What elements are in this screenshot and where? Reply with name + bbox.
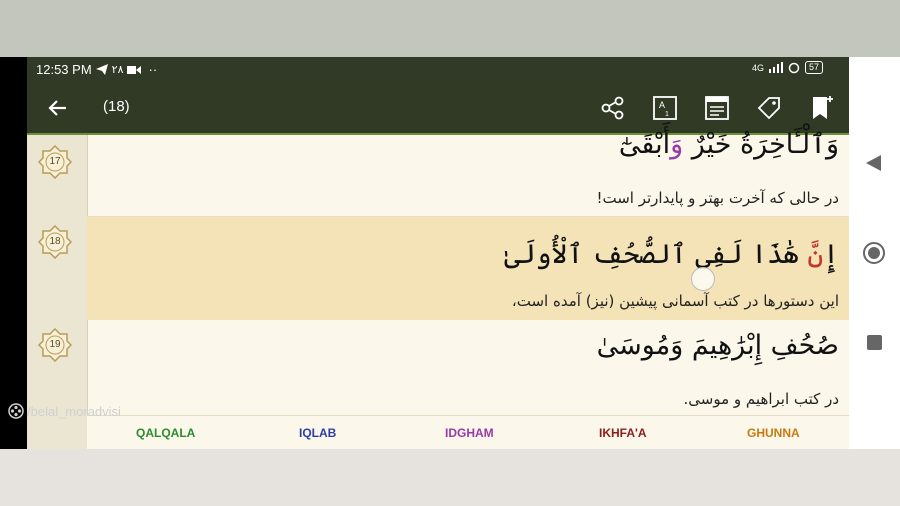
legend-iqlab[interactable]: IQLAB xyxy=(299,426,336,440)
ayah-arabic: وَٱلْـَٔاخِرَةُ خَيْرٌ وَأَبْقَىٰٓ xyxy=(618,129,839,160)
ayah-translation: در حالی که آخرت بهتر و پایدارتر است! xyxy=(596,189,839,207)
legend-ghunna[interactable]: GHUNNA xyxy=(747,426,800,440)
ayah-marker-19: 19 xyxy=(37,327,73,363)
app-toolbar: (18) A1 xyxy=(27,83,849,135)
ayah-arabic: صُحُفِ إِبْرَٰهِيمَ وَمُوسَىٰ xyxy=(596,330,839,361)
back-arrow-icon[interactable] xyxy=(44,94,72,122)
ayah-marker-17: 17 xyxy=(37,144,73,180)
ayah-row-17[interactable]: وَٱلْـَٔاخِرَةُ خَيْرٌ وَأَبْقَىٰٓ در حا… xyxy=(87,129,849,216)
legend-qalqala[interactable]: QALQALA xyxy=(136,426,195,440)
touch-indicator xyxy=(691,267,715,291)
status-extra: ·· xyxy=(148,62,158,77)
app-screen: 12:53 PM ٢٨ ·· 4G 57 (18) A1 وَٱلْـَٔاخِ… xyxy=(27,57,849,449)
nav-home-icon[interactable] xyxy=(862,241,886,265)
top-background-band xyxy=(0,0,900,57)
font-size-icon[interactable]: A1 xyxy=(651,94,679,122)
network-type: 4G xyxy=(751,62,764,73)
signal-icon xyxy=(768,62,783,73)
telegram-icon xyxy=(95,64,108,75)
ayah-marker-18: 18 xyxy=(37,224,73,260)
ayah-arabic: إِنَّ هَٰذَا لَفِى ٱلصُّحُفِ ٱلْأُولَىٰ xyxy=(504,239,839,270)
status-time: 12:53 PM xyxy=(36,62,92,77)
left-black-edge xyxy=(0,57,27,449)
tajweed-word: وَ xyxy=(670,129,684,160)
status-bar: 12:53 PM ٢٨ ·· 4G 57 xyxy=(27,57,849,83)
tag-icon[interactable] xyxy=(755,94,783,122)
ayah-row-18[interactable]: إِنَّ هَٰذَا لَفِى ٱلصُّحُفِ ٱلْأُولَىٰ … xyxy=(87,217,849,320)
ayah-translation: در کتب ابراهیم و موسی. xyxy=(683,390,839,408)
tajweed-letter: نَّ xyxy=(807,239,824,270)
ayah-row-19[interactable]: صُحُفِ إِبْرَٰهِيمَ وَمُوسَىٰ در کتب ابر… xyxy=(87,320,849,415)
nav-back-icon[interactable] xyxy=(864,154,882,172)
sync-icon xyxy=(788,62,800,73)
legend-ikhfaa[interactable]: IKHFA'A xyxy=(599,426,647,440)
svg-text:1: 1 xyxy=(665,111,669,118)
watermark: /belal_moradvisi xyxy=(8,403,121,419)
video-icon xyxy=(127,65,142,74)
ayah-list: وَٱلْـَٔاخِرَةُ خَيْرٌ وَأَبْقَىٰٓ در حا… xyxy=(27,129,849,449)
bottom-background-band xyxy=(0,449,900,506)
tajweed-legend: QALQALA IQLAB IDGHAM IKHFA'A GHUNNA xyxy=(87,415,849,449)
notification-count: ٢٨ xyxy=(111,64,124,76)
ayah-number-gutter xyxy=(27,135,88,449)
film-reel-icon xyxy=(8,403,24,419)
ayah-translation: این دستورها در کتب آسمانی پیشین (نیز) آم… xyxy=(511,292,839,310)
page-title: (18) xyxy=(103,98,130,115)
nav-recents-icon[interactable] xyxy=(867,335,882,350)
system-nav-panel xyxy=(849,57,900,449)
bookmark-add-icon[interactable] xyxy=(807,94,835,122)
battery-indicator: 57 xyxy=(804,61,823,74)
legend-idgham[interactable]: IDGHAM xyxy=(445,426,494,440)
list-icon[interactable] xyxy=(703,94,731,122)
svg-text:A: A xyxy=(659,100,665,110)
share-icon[interactable] xyxy=(599,94,627,122)
